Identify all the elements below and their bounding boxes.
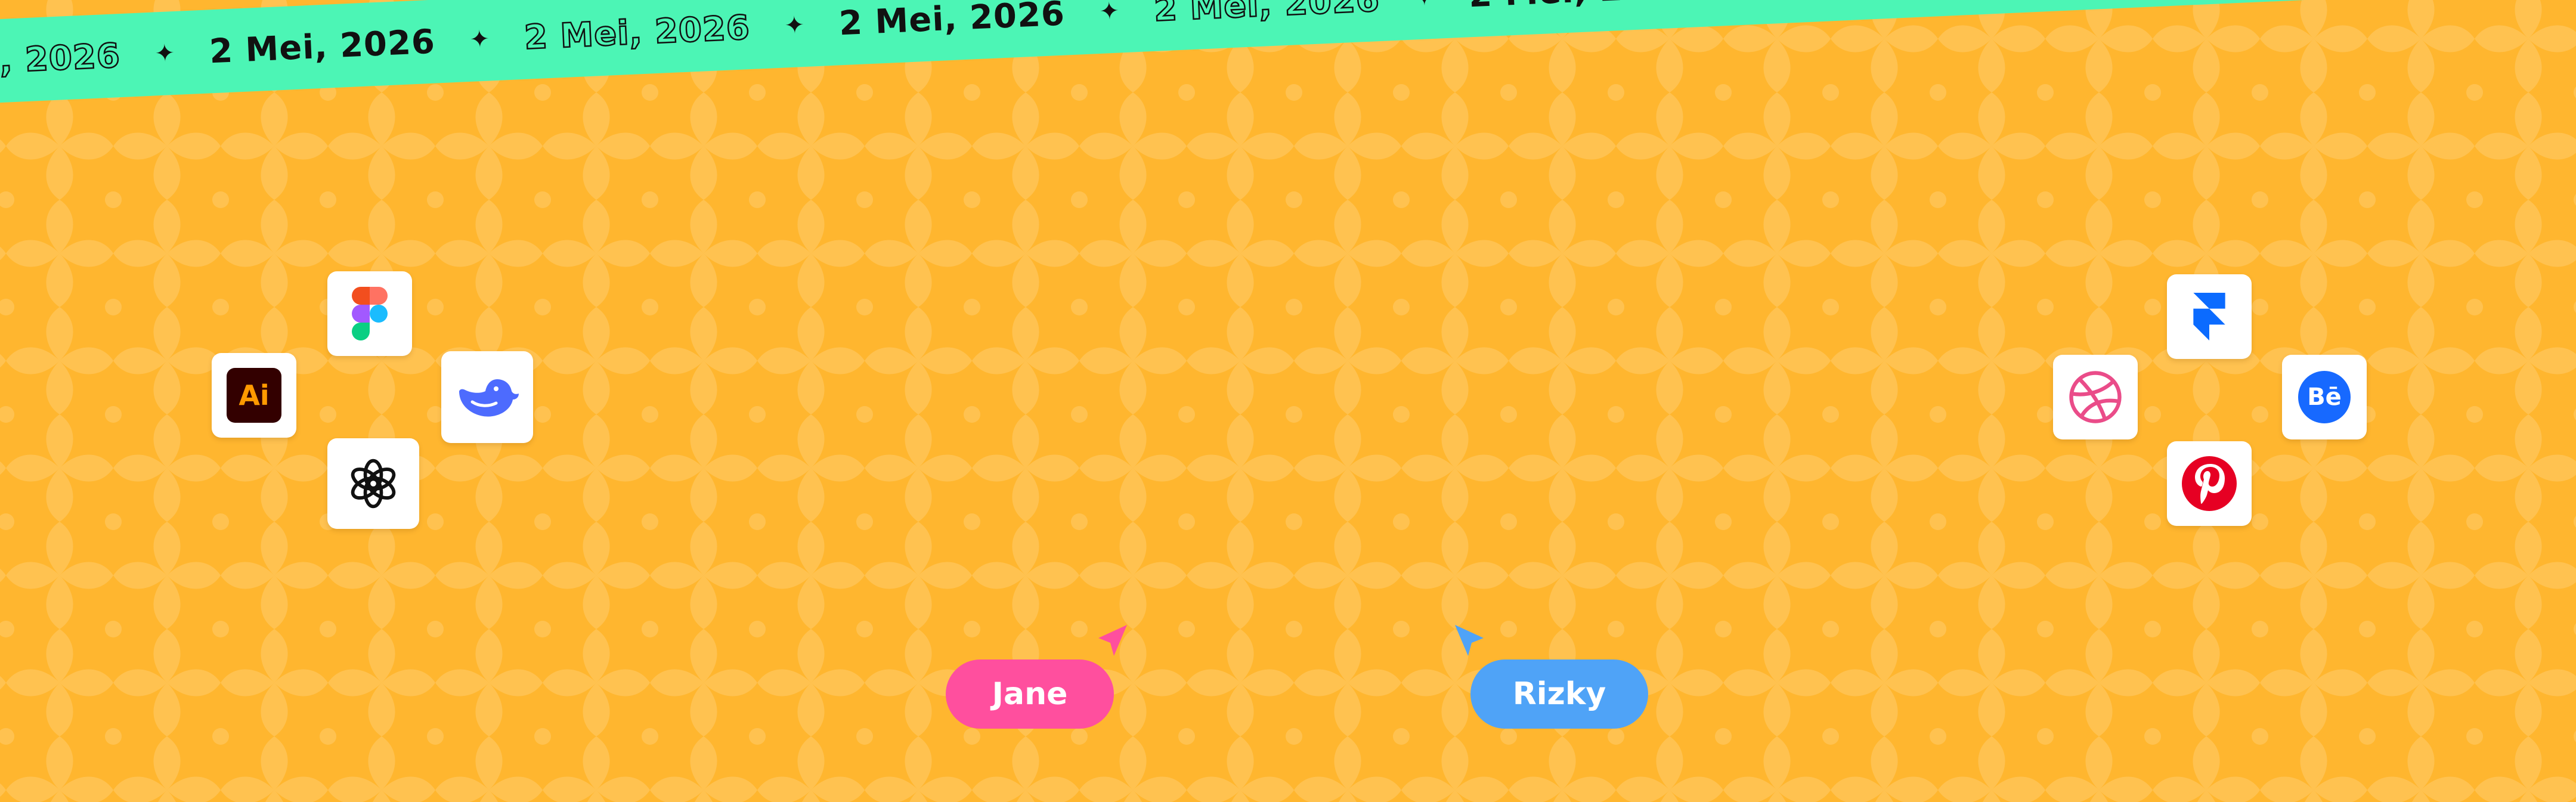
ribbon-item: 2 Mei, 2026 ✦ [1152, 0, 1470, 30]
jane-cursor-icon [1098, 625, 1127, 656]
star-separator-icon: ✦ [784, 11, 806, 40]
ribbon-item: 2 Mei, 2026 ✦ [838, 0, 1155, 43]
ribbon-item: 2 Mei, 2026 ✦ [208, 18, 525, 71]
ribbon-date-text: 2 Mei, 2026 [838, 0, 1066, 43]
deepseek-icon [459, 379, 519, 417]
star-separator-icon: ✦ [154, 39, 176, 68]
date-ribbon: 2 Mei, 2026 ✦ 2 Mei, 2026 ✦ 2 Mei, 2026 ✦ 2 Me… [0, 0, 2576, 107]
pinterest-icon [2182, 456, 2237, 511]
illustrator-tile[interactable]: Ai [212, 353, 296, 438]
ribbon-item: 2 Mei, 2026 ✦ [522, 4, 840, 57]
star-separator-icon: ✦ [469, 25, 491, 54]
date-ribbon-wrap: 2 Mei, 2026 ✦ 2 Mei, 2026 ✦ 2 Mei, 2026 ✦ 2 Me… [0, 0, 2576, 179]
framer-icon [2193, 293, 2225, 340]
star-separator-icon: ✦ [1414, 0, 1435, 11]
chatgpt-tile[interactable] [327, 438, 419, 529]
dribbble-icon [2069, 371, 2122, 423]
jane-name: Jane [992, 676, 1068, 712]
illustrator-icon: Ai [227, 368, 281, 423]
behance-icon: Bē [2298, 371, 2351, 423]
dribbble-tile[interactable] [2053, 355, 2138, 439]
figma-tile[interactable] [327, 271, 412, 356]
cursor-label-jane: Jane [946, 659, 1114, 729]
ribbon-date-text: 2 Mei, 2026 [208, 22, 436, 71]
ribbon-item: 2 Mei, 2026 ✦ [0, 32, 210, 85]
ribbon-date-text: 2 Mei, 2026 [1152, 0, 1381, 30]
ribbon-date-text: 2 Mei, 2026 [1782, 0, 2011, 2]
ribbon-item: 2 Mei, 2026✦ [1468, 0, 1785, 15]
rizky-name: Rizky [1512, 676, 1606, 712]
chatgpt-icon [351, 459, 396, 509]
ribbon-date-text: 2 Mei, 2026 [522, 7, 751, 57]
cursor-label-rizky: Rizky [1470, 659, 1648, 729]
figma-icon [352, 287, 388, 340]
rizky-cursor-icon [1455, 625, 1484, 656]
ribbon-date-text: 2 Mei, 2026 [0, 35, 122, 85]
ribbon-date-text: 2 Mei, 2026 [1468, 0, 1696, 15]
ribbon-item: 2 Mei, 2026✦ [1782, 0, 2100, 2]
pinterest-tile[interactable] [2167, 441, 2252, 526]
behance-label: Bē [2307, 383, 2342, 411]
behance-tile[interactable]: Bē [2282, 355, 2367, 439]
star-separator-icon: ✦ [1098, 0, 1120, 26]
framer-tile[interactable] [2167, 274, 2252, 359]
deepseek-tile[interactable] [441, 351, 533, 443]
illustrator-label: Ai [239, 379, 270, 411]
